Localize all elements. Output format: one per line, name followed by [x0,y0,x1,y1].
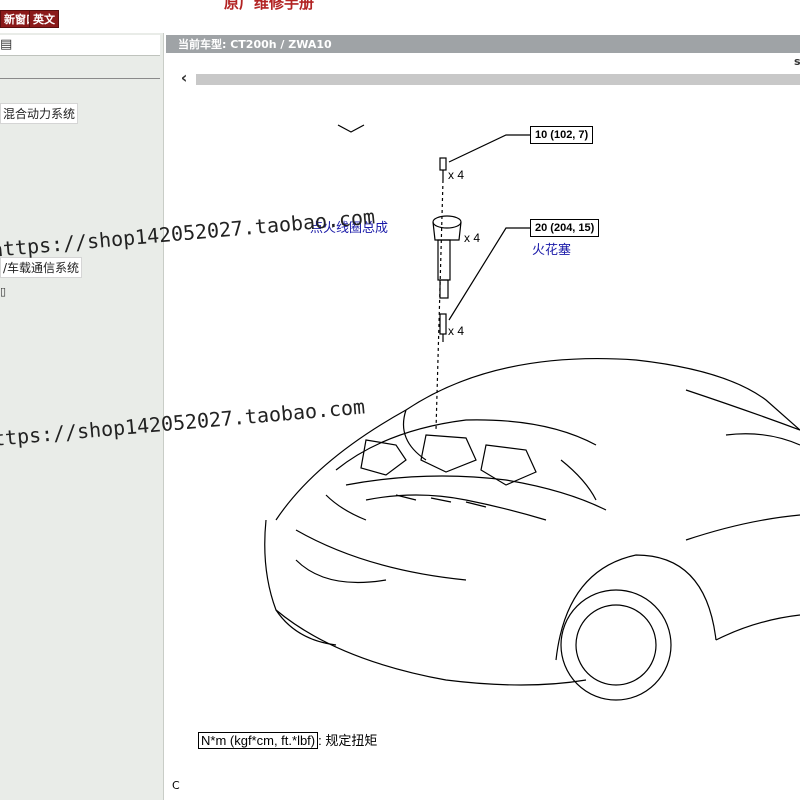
right-edge-text: s [794,55,800,68]
leader-line-1 [448,134,530,163]
hood-edge [405,357,800,431]
torque-diagram: 10 (102, 7) 20 (204, 15) x 4 x 4 x 4 点火线… [166,100,800,800]
manual-title: 原厂维修手册 [224,0,315,12]
engine-bay-illustration [264,124,800,701]
nav-track[interactable] [196,74,800,85]
torque-callout-spark-plug: 20 (204, 15) [530,219,600,237]
part-label-spark-plug[interactable]: 火花塞 [532,239,571,258]
front-wheel [560,589,672,701]
torque-legend: N*m (kgf*cm, ft.*lbf): 规定扭矩 [198,730,377,749]
engine-cover [335,419,597,471]
navigation-bar: ‹ [166,70,800,87]
left-fender [275,409,407,521]
back-chevron-icon[interactable]: ‹ [176,70,192,86]
sidebar: ▤ 混合动力系统 /车载通信系统 ▯ [0,33,164,800]
wheel-arch [555,554,717,661]
sidebar-item-telematics[interactable]: /车载通信系统 [0,257,83,278]
quantity-coil: x 4 [464,231,481,245]
ignition-coil-icon [432,215,462,299]
torque-unit: N*m (kgf*cm, ft.*lbf) [198,732,319,749]
grille [295,559,387,583]
english-button[interactable]: 英文 [29,10,59,28]
part-label-ignition-coil[interactable]: 点火线圈总成 [310,217,388,236]
tree-node-icon[interactable]: ▯ [0,285,6,298]
torque-callout-bolt: 10 (102, 7) [530,126,594,144]
sidebar-header: ▤ [0,35,160,56]
list-icon[interactable]: ▤ [0,37,12,52]
bracket-mark [337,124,365,133]
sidebar-item-hybrid-system[interactable]: 混合动力系统 [0,103,79,124]
sidebar-divider [0,78,160,79]
torque-legend-text: : 规定扭矩 [318,733,378,748]
diagram-tag: C [172,779,180,792]
spark-plug-icon [439,313,447,342]
quantity-spark-plug: x 4 [448,324,465,338]
leader-line-2 [448,227,530,321]
front-bumper [264,519,587,686]
bolt-icon [439,157,447,180]
top-bar: 原厂维修手册 新窗口 英文 [0,0,800,32]
quantity-bolt: x 4 [448,168,465,182]
vehicle-model-bar: 当前车型: CT200h / ZWA10 [166,35,800,53]
vehicle-model-label: 当前车型: CT200h / ZWA10 [178,38,332,51]
